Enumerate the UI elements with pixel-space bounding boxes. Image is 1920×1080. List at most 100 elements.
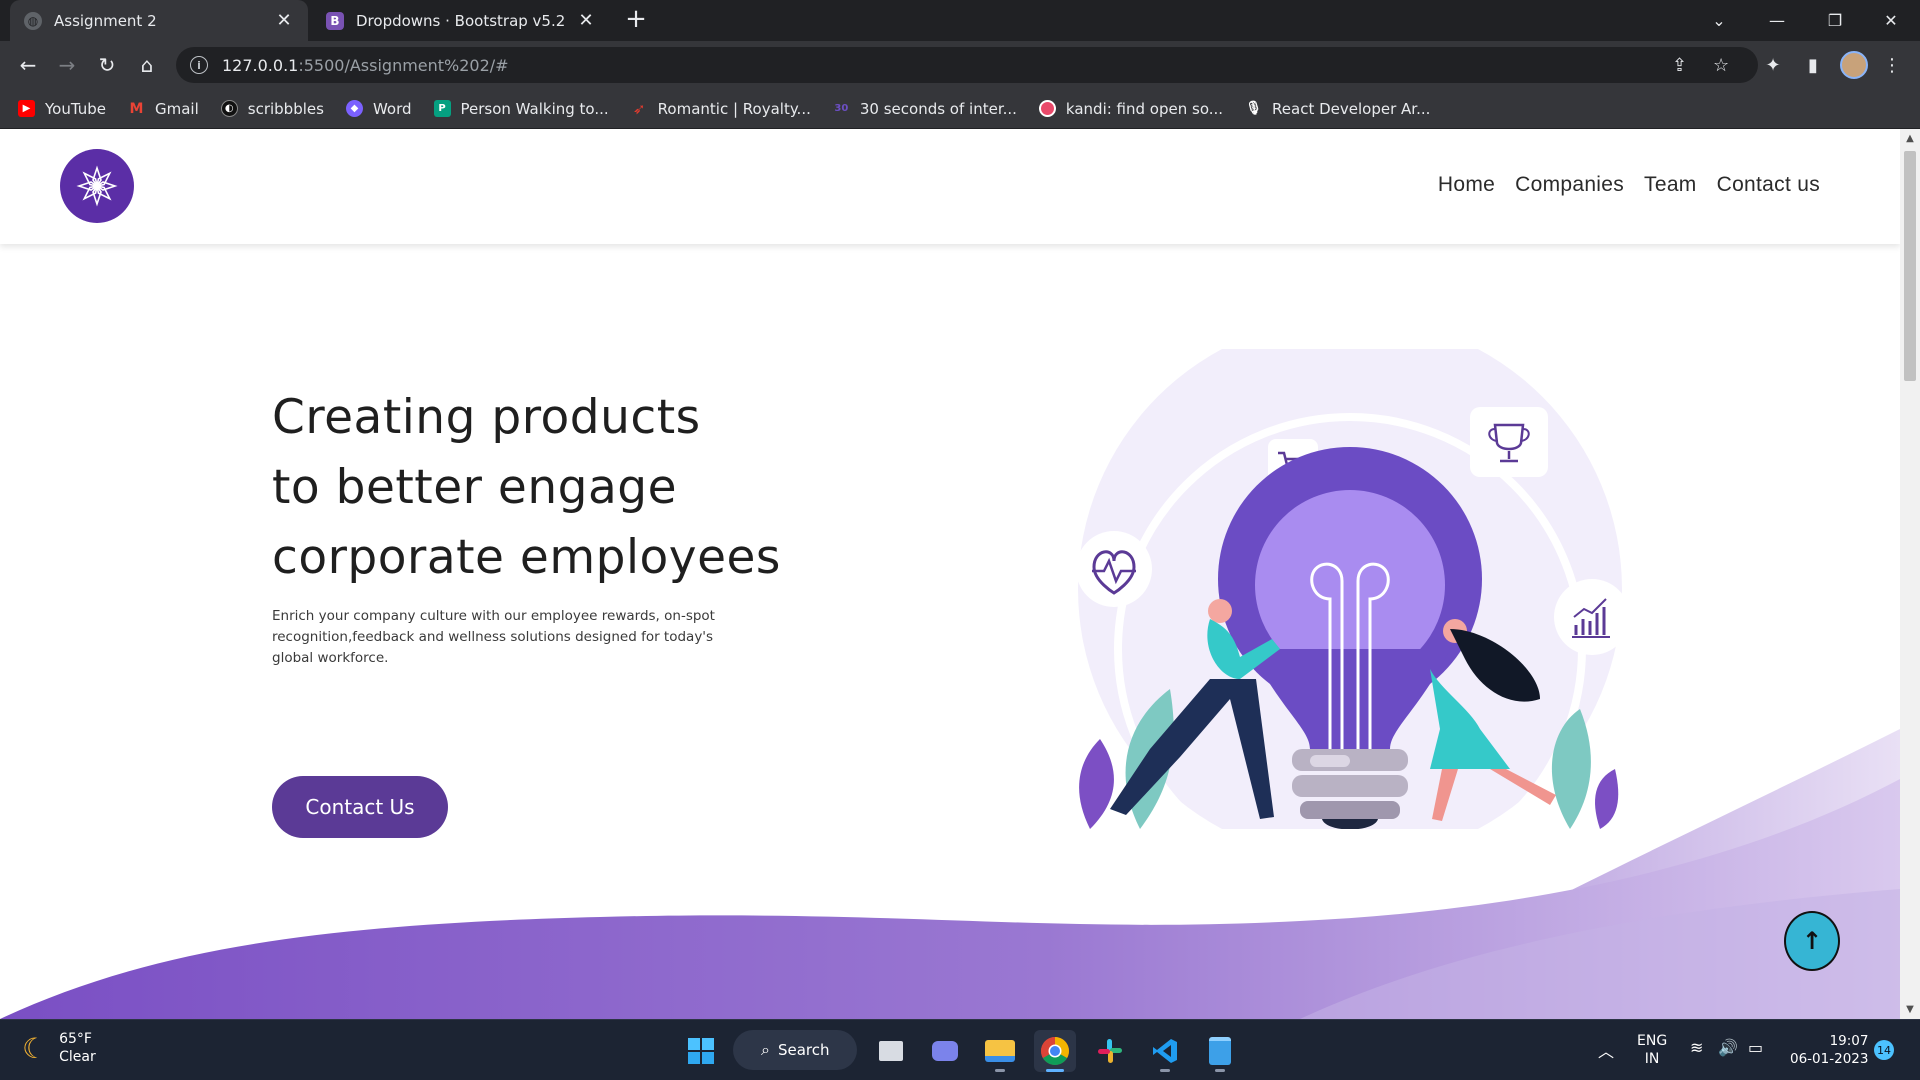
vscode-icon [1153, 1039, 1177, 1063]
restore-button[interactable]: ❐ [1806, 0, 1864, 41]
slack-button[interactable] [1089, 1030, 1131, 1072]
profile-avatar[interactable] [1840, 51, 1868, 79]
tab-bootstrap-dropdowns[interactable]: B Dropdowns · Bootstrap v5.2 ✕ [312, 0, 610, 41]
bookmark-label: scribbbles [247, 99, 324, 118]
notification-count-badge[interactable]: 14 [1874, 1040, 1894, 1060]
notepad-icon [1209, 1037, 1231, 1065]
bookmark-romantic[interactable]: ➶ Romantic | Royalty... [631, 100, 811, 118]
running-indicator [995, 1069, 1005, 1072]
bookmark-label: Romantic | Royalty... [657, 99, 811, 118]
video-chat-icon [932, 1041, 958, 1061]
scroll-down-arrow-icon[interactable]: ▼ [1900, 1004, 1920, 1015]
scrollbar-thumb[interactable] [1904, 151, 1916, 381]
teams-chat-button[interactable] [924, 1030, 966, 1072]
hero-title-line: to better engage [272, 460, 677, 515]
slack-icon [1098, 1039, 1122, 1063]
home-button[interactable]: ⌂ [131, 49, 163, 81]
bookmark-star-icon[interactable]: ☆ [1713, 55, 1729, 76]
main-nav: Home Companies Team Contact us [1438, 173, 1820, 197]
weather-desc: Clear [59, 1049, 96, 1065]
bookmark-react-developer[interactable]: 🎙 React Developer Ar... [1245, 100, 1430, 118]
nav-companies[interactable]: Companies [1515, 173, 1624, 197]
bookmark-scribbbles[interactable]: ◐ scribbbles [220, 99, 324, 118]
share-icon[interactable]: ⇪ [1672, 55, 1687, 76]
task-view-button[interactable] [870, 1030, 912, 1072]
heartbeat-badge-icon [1076, 531, 1152, 607]
volume-icon[interactable]: 🔊 [1718, 1038, 1738, 1057]
site-header: Home Companies Team Contact us [0, 129, 1900, 244]
react-mic-icon: 🎙 [1245, 101, 1262, 116]
windows-taskbar: ☾ 65°F Clear ⌕ Search ︿ ENG IN ≋ 🔊 ▭ 19:… [0, 1019, 1920, 1080]
bookmark-word[interactable]: ◆ Word [345, 100, 412, 118]
bookmark-gmail[interactable]: M Gmail [128, 100, 199, 118]
contact-us-button[interactable]: Contact Us [272, 776, 448, 838]
tab-title: Dropdowns · Bootstrap v5.2 [356, 11, 566, 30]
bookmark-kandi[interactable]: kandi: find open so... [1038, 99, 1224, 118]
vscode-button[interactable] [1144, 1030, 1186, 1072]
bookmark-label: Gmail [155, 99, 199, 118]
back-button[interactable]: ← [12, 49, 44, 81]
hero-subtitle: Enrich your company culture with our emp… [272, 608, 715, 666]
kandi-icon [1038, 100, 1056, 117]
page-scrollbar[interactable]: ▲ ▼ [1900, 129, 1920, 1019]
language-indicator[interactable]: ENG IN [1637, 1032, 1667, 1068]
bookmarks-bar: ▶ YouTube M Gmail ◐ scribbbles ◆ Word P Perso… [0, 89, 1920, 129]
bookmark-30-seconds[interactable]: 30 30 seconds of inter... [833, 100, 1017, 118]
browser-toolbar: ← → ↻ ⌂ i 127.0.0.1 :5500/Assignment%202… [0, 41, 1920, 89]
company-logo[interactable] [60, 149, 134, 223]
bootstrap-icon: B [326, 11, 344, 30]
taskbar-search[interactable]: ⌕ Search [733, 1030, 857, 1070]
new-tab-button[interactable]: + [622, 6, 650, 34]
hero-title-line: corporate employees [272, 530, 781, 585]
weather-widget[interactable]: ☾ 65°F Clear [22, 1030, 96, 1066]
search-icon: ⌕ [761, 1040, 770, 1059]
windows-logo-icon [688, 1038, 714, 1064]
growth-chart-badge-icon [1554, 579, 1630, 655]
extensions-icon[interactable]: ✦ [1757, 49, 1789, 81]
hero-title-line: Creating products [272, 390, 701, 445]
close-tab-icon[interactable]: ✕ [576, 10, 596, 31]
tab-assignment-2[interactable]: ◍ Assignment 2 ✕ [10, 0, 308, 41]
flower-logo-icon [76, 165, 118, 207]
close-window-button[interactable]: ✕ [1862, 0, 1920, 41]
running-indicator [1215, 1069, 1225, 1072]
clock-time: 19:07 [1829, 1033, 1869, 1049]
wifi-icon[interactable]: ≋ [1690, 1038, 1703, 1057]
globe-icon: ◍ [24, 11, 42, 30]
nav-team[interactable]: Team [1644, 173, 1697, 197]
bookmark-youtube[interactable]: ▶ YouTube [18, 100, 106, 118]
nav-contact-us[interactable]: Contact us [1717, 173, 1820, 197]
tab-search-chevron-icon[interactable]: ⌄ [1690, 0, 1748, 41]
bookmark-label: kandi: find open so... [1065, 99, 1224, 118]
scroll-up-arrow-icon[interactable]: ▲ [1900, 133, 1920, 144]
menu-kebab-icon[interactable]: ⋮ [1876, 49, 1908, 81]
file-explorer-button[interactable] [979, 1030, 1021, 1072]
site-info-icon[interactable]: i [190, 56, 208, 74]
back-to-top-button[interactable]: ↑ [1784, 911, 1840, 971]
side-panel-icon[interactable]: ▮ [1797, 49, 1829, 81]
region-code: IN [1644, 1051, 1660, 1067]
start-button[interactable] [680, 1030, 722, 1072]
close-tab-icon[interactable]: ✕ [274, 10, 294, 31]
running-indicator [1046, 1069, 1064, 1072]
address-bar[interactable]: i 127.0.0.1 :5500/Assignment%202/# [176, 47, 1758, 83]
lightbulb-illustration [1076, 349, 1630, 829]
word-icon: ◆ [345, 100, 363, 117]
folder-icon [985, 1040, 1015, 1062]
nav-home[interactable]: Home [1438, 173, 1495, 197]
show-hidden-icons-chevron-icon[interactable]: ︿ [1598, 1038, 1614, 1062]
running-indicator [1160, 1069, 1170, 1072]
bookmark-person-walking[interactable]: P Person Walking to... [433, 100, 609, 118]
chrome-icon [1041, 1037, 1069, 1065]
youtube-icon: ▶ [18, 100, 35, 117]
chrome-button[interactable] [1034, 1030, 1076, 1072]
clock[interactable]: 19:07 06-01-2023 [1790, 1032, 1868, 1068]
url-host: 127.0.0.1 [222, 55, 299, 75]
forward-button[interactable]: → [51, 49, 83, 81]
notepad-button[interactable] [1199, 1030, 1241, 1072]
minimize-button[interactable]: — [1748, 0, 1806, 41]
30s-icon: 30 [834, 103, 849, 114]
tab-title: Assignment 2 [54, 11, 157, 30]
reload-button[interactable]: ↻ [91, 49, 123, 81]
battery-icon[interactable]: ▭ [1748, 1038, 1763, 1057]
